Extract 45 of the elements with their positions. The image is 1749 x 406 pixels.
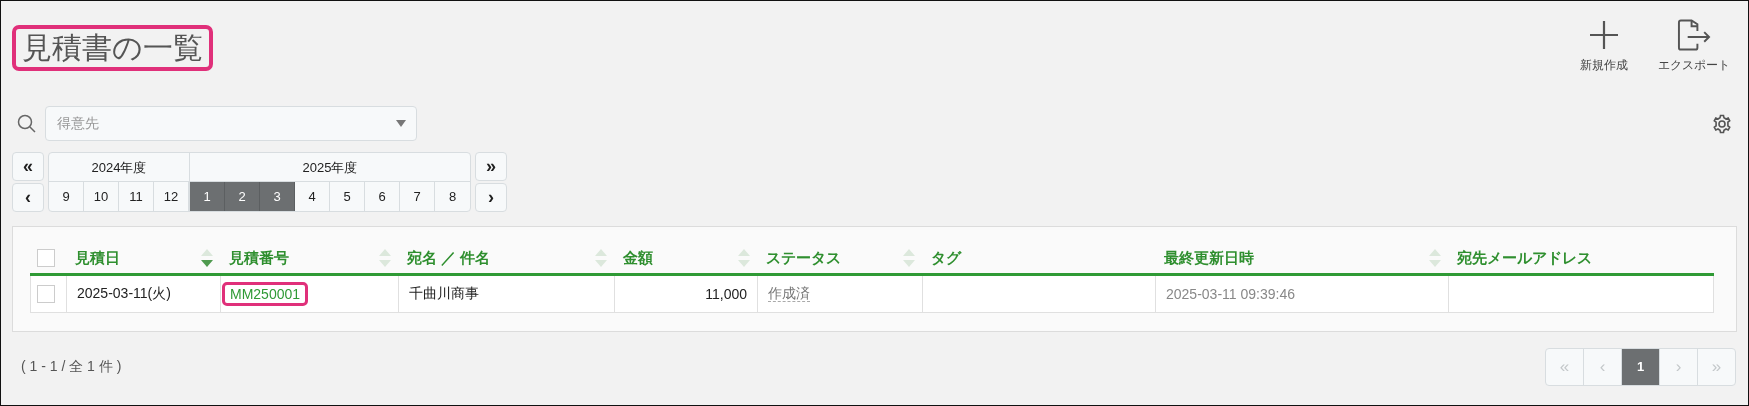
next-month-button[interactable]: ›: [475, 183, 507, 212]
column-header[interactable]: 宛名 ／ 件名: [406, 248, 490, 268]
column-header[interactable]: 見積日: [74, 248, 120, 268]
select-all-checkbox[interactable]: [36, 249, 55, 267]
column-header[interactable]: タグ: [930, 248, 961, 268]
table-cell: 千曲川商事: [398, 274, 615, 313]
previous-year-button[interactable]: «: [12, 152, 44, 181]
month-button[interactable]: 12: [154, 182, 189, 211]
pagination-button[interactable]: 1: [1622, 349, 1660, 385]
column-header[interactable]: 最終更新日時: [1163, 248, 1254, 268]
month-button[interactable]: 3: [260, 182, 295, 211]
month-button[interactable]: 11: [119, 182, 154, 211]
month-button[interactable]: 10: [84, 182, 119, 211]
table-cell: 2025-03-11 09:39:46: [1155, 274, 1449, 313]
month-button[interactable]: 6: [365, 182, 400, 211]
month-button[interactable]: 2: [225, 182, 260, 211]
month-button[interactable]: 1: [190, 182, 225, 211]
export-button[interactable]: エクスポート: [1656, 19, 1732, 74]
month-button[interactable]: 7: [400, 182, 435, 211]
search-icon: [17, 114, 36, 133]
sort-icon[interactable]: [200, 249, 213, 267]
customer-dropdown[interactable]: 得意先: [45, 106, 417, 141]
next-year-button[interactable]: »: [475, 152, 507, 181]
result-count: ( 1 - 1 / 全 1 件 ): [21, 358, 122, 376]
month-button[interactable]: 8: [435, 182, 470, 211]
new-button[interactable]: 新規作成: [1566, 19, 1642, 74]
column-header[interactable]: 宛先メールアドレス: [1456, 248, 1592, 268]
month-button[interactable]: 9: [49, 182, 84, 211]
export-icon: [1677, 19, 1711, 51]
column-header[interactable]: 見積番号: [228, 248, 289, 268]
month-button[interactable]: 5: [330, 182, 365, 211]
table-cell: 2025-03-11(火): [66, 274, 221, 313]
row-checkbox[interactable]: [37, 285, 55, 303]
plus-icon: [1588, 19, 1620, 51]
fiscal-year-label: 2024年度: [49, 153, 189, 182]
column-header[interactable]: ステータス: [765, 248, 841, 268]
month-button[interactable]: 4: [295, 182, 330, 211]
estimate-number-link[interactable]: MM250001: [222, 282, 309, 306]
settings-icon[interactable]: [1712, 113, 1732, 134]
status-label: 作成済: [768, 285, 810, 302]
column-header[interactable]: 金額: [622, 248, 653, 268]
page-title: 見積書の一覧: [12, 25, 213, 71]
dropdown-caret-icon: [396, 120, 406, 127]
table-cell: 11,000: [614, 274, 758, 313]
previous-month-button[interactable]: ‹: [12, 183, 44, 212]
